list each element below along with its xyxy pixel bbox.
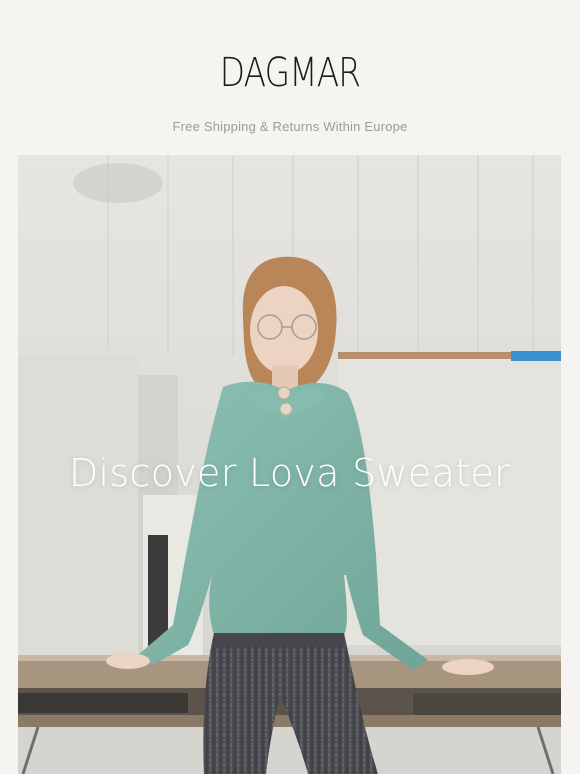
email-header: DAGMAR Free Shipping & Returns Within Eu… bbox=[0, 0, 580, 155]
hero-title[interactable]: Discover Lova Sweater bbox=[18, 451, 561, 495]
shipping-banner-text: Free Shipping & Returns Within Europe bbox=[172, 119, 408, 134]
hero-banner[interactable]: Discover Lova Sweater bbox=[18, 155, 561, 774]
brand-logo[interactable]: DAGMAR bbox=[52, 50, 528, 96]
